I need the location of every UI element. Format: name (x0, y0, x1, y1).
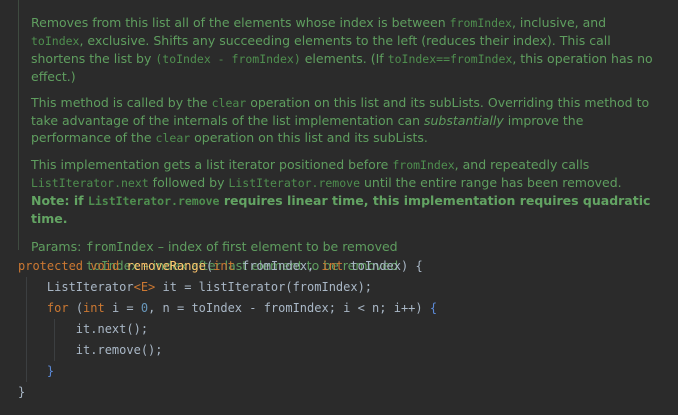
doc-text: This method is called by the (31, 95, 212, 110)
code-text: } (18, 385, 26, 399)
code-text: i = (104, 301, 141, 315)
code-text: it.remove(); (75, 343, 163, 357)
method-name: removeRange (126, 259, 206, 273)
matched-brace: } (46, 364, 55, 378)
keyword: for (46, 301, 69, 315)
keyword: int (83, 301, 105, 315)
doc-code: fromIndex (392, 158, 455, 172)
doc-paragraph-3: This implementation gets a list iterator… (31, 156, 657, 227)
code-line-5[interactable]: it.remove(); (18, 340, 668, 361)
doc-code: toIndex (31, 34, 80, 48)
params-label: Params: (31, 239, 82, 254)
code-text: toIndex) { (343, 259, 423, 273)
doc-code: clear (211, 96, 247, 110)
keyword: protected (18, 259, 84, 273)
doc-text: This implementation gets a list iterator… (31, 157, 393, 172)
code-text: it = listIterator(fromIndex); (155, 280, 373, 294)
code-text: ( (68, 301, 84, 315)
keyword: int (321, 259, 344, 273)
doc-text: Removes from this list all of the elemen… (31, 15, 450, 30)
code-line-4[interactable]: it.next(); (18, 319, 668, 340)
doc-code: ListIterator.next (31, 176, 149, 190)
code-text: , n = toIndex - fromIndex; i < n; i++) (148, 301, 430, 315)
param-desc: – index of first element to be removed (157, 239, 398, 254)
doc-note: Note: if ListIterator.remove requires li… (31, 193, 650, 226)
javadoc-content: Removes from this list all of the elemen… (31, 14, 657, 275)
code-text: fromIndex, (234, 259, 322, 273)
code-line-1[interactable]: protected void removeRange(int fromIndex… (18, 256, 668, 277)
code-editor[interactable]: protected void removeRange(int fromIndex… (18, 256, 668, 403)
javadoc-popup: Removes from this list all of the elemen… (18, 0, 675, 273)
doc-code: ListIterator.remove (228, 176, 361, 190)
doc-code: fromIndex (449, 16, 512, 30)
doc-paragraph-1: Removes from this list all of the elemen… (31, 14, 657, 85)
code-text: it.next(); (75, 322, 149, 336)
number-literal: 0 (140, 301, 149, 315)
param-row: Params: fromIndex – index of first eleme… (31, 237, 657, 256)
doc-paragraph-2: This method is called by the clear opera… (31, 94, 657, 147)
generic-type: <E> (133, 280, 156, 294)
code-line-7[interactable]: } (18, 382, 668, 403)
doc-text: until the entire range has been removed. (360, 175, 622, 190)
doc-code: toIndex==fromIndex (387, 52, 513, 66)
param-name: fromIndex (86, 239, 154, 254)
doc-emphasis: substantially (424, 113, 504, 128)
code-text: ListIterator (46, 280, 134, 294)
doc-code: (toIndex - fromIndex) (155, 52, 301, 66)
doc-text: , inclusive, and (511, 15, 607, 30)
matched-brace: { (429, 301, 438, 315)
doc-text: , and repeatedly calls (454, 157, 590, 172)
doc-note-code: ListIterator.remove (87, 194, 220, 208)
doc-text: operation on this list and its subLists. (190, 130, 428, 145)
doc-text: elements. (If (300, 51, 388, 66)
doc-note-text: Note: if (31, 193, 88, 208)
keyword: void (90, 259, 120, 273)
code-line-6[interactable]: } (18, 361, 668, 382)
code-line-2[interactable]: ListIterator<E> it = listIterator(fromIn… (18, 277, 668, 298)
doc-text: followed by (148, 175, 229, 190)
keyword: int (213, 259, 235, 273)
code-line-3[interactable]: for (int i = 0, n = toIndex - fromIndex;… (18, 298, 668, 319)
doc-code: clear (155, 131, 191, 145)
